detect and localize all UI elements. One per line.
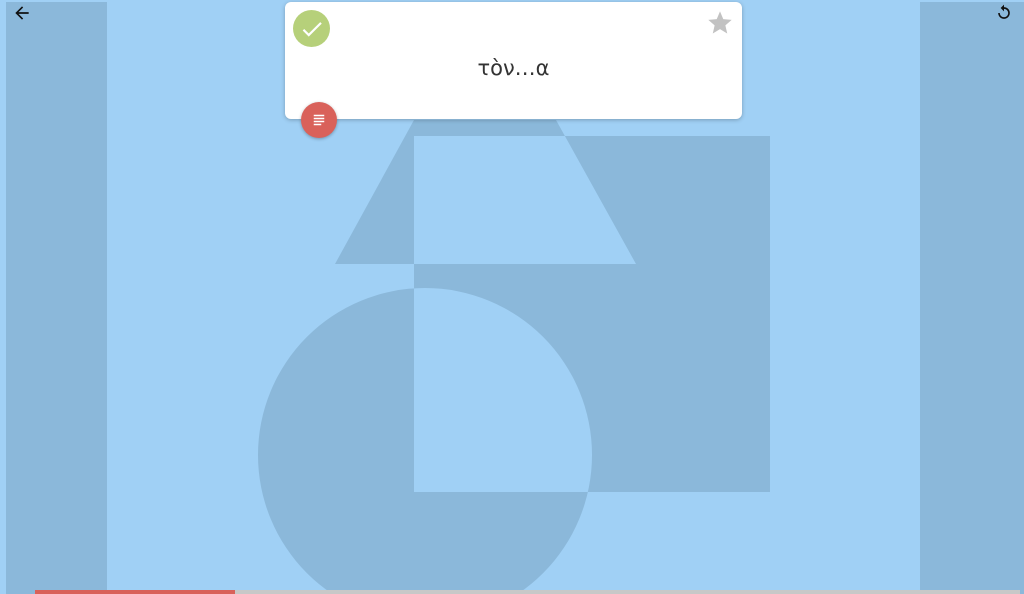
left-side-panel (6, 2, 107, 594)
favorite-star-button[interactable] (705, 8, 735, 38)
shapes-placeholder (258, 120, 770, 594)
card-word: τὸν…α (477, 56, 550, 80)
notes-button[interactable] (301, 102, 337, 138)
notes-icon (313, 114, 325, 126)
star-icon (708, 11, 732, 34)
flashcard[interactable]: τὸν…α (285, 2, 742, 119)
flashcard-stage: τὸν…α (0, 0, 1024, 594)
reload-button[interactable] (988, 0, 1020, 29)
refresh-icon (998, 4, 1010, 19)
check-circle-icon (293, 10, 330, 47)
progress-bar (35, 590, 1020, 594)
progress-fill (35, 590, 235, 594)
back-button[interactable] (6, 0, 38, 29)
right-side-panel (920, 2, 1024, 594)
arrow-left-icon (15, 6, 29, 20)
